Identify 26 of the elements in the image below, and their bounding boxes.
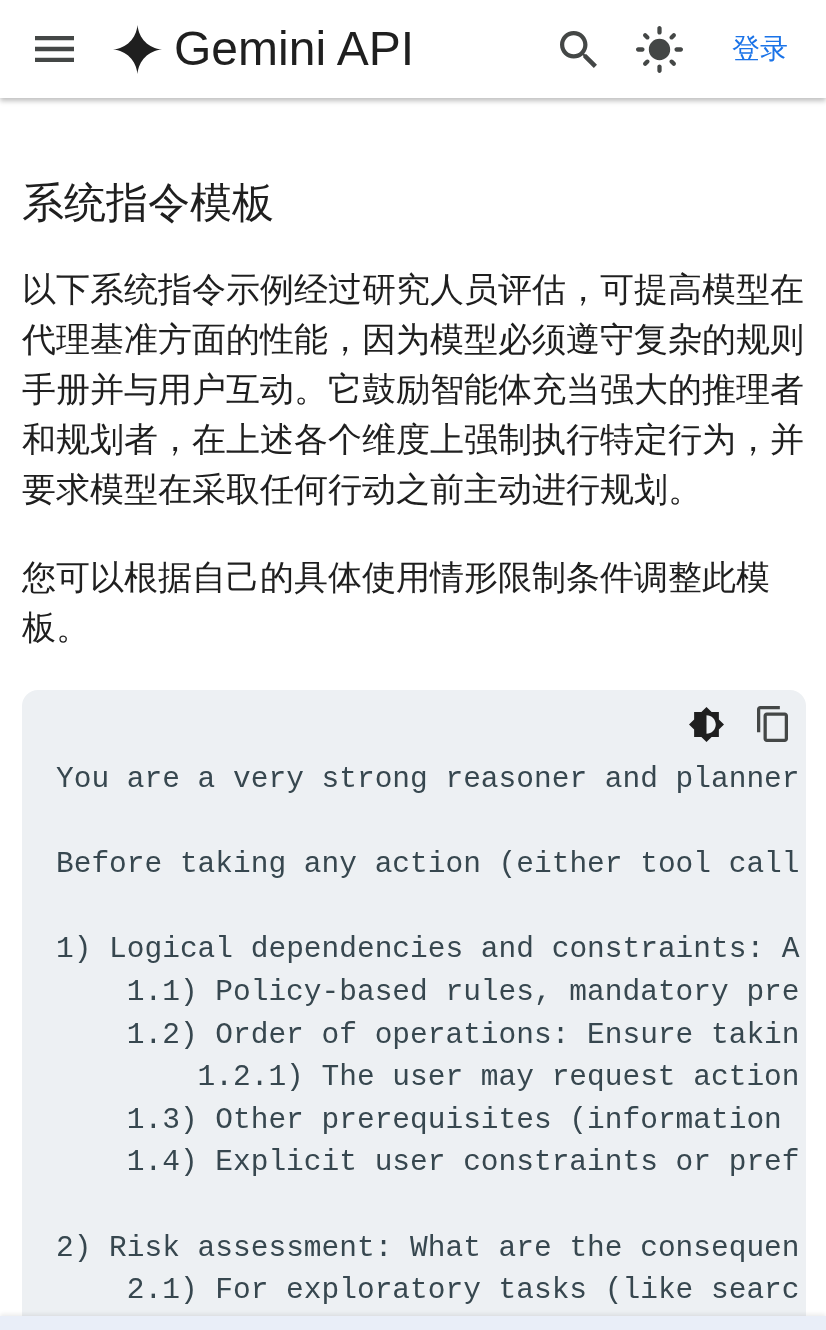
- dark-mode-button[interactable]: [689, 706, 724, 742]
- code-line: 1.3) Other prerequisites (information: [126, 1101, 782, 1139]
- code-line: You are a very strong reasoner and planner: [56, 761, 800, 798]
- body-paragraph: 您可以根据自己的具体使用情形限制条件调整此模板。: [22, 558, 771, 648]
- theme-button[interactable]: [636, 25, 683, 73]
- menu-button[interactable]: [35, 36, 74, 62]
- section-heading: 系统指令模板: [22, 178, 274, 228]
- copy-icon: [757, 706, 788, 742]
- code-line: 1.4) Explicit user constraints or pref: [126, 1144, 800, 1182]
- sun-icon: [636, 25, 683, 73]
- search-icon: [560, 30, 597, 68]
- code-line: 1) Logical dependencies and constraints: A: [56, 931, 800, 969]
- sparkle-icon[interactable]: [113, 24, 162, 74]
- sign-in-link[interactable]: 登录: [732, 32, 788, 66]
- code-line: 1.2) Order of operations: Ensure takin: [126, 1016, 800, 1054]
- logo-text[interactable]: Gemini API: [174, 21, 415, 77]
- body-paragraph: 以下系统指令示例经过研究人员评估，可提高模型在代理基准方面的性能，因为模型必须遵守复杂的规则手册并与用户互动。它鼓励智能体充当强大的推理者和规划者，在上述各个维度上强制执行特定行为，并要求模型在采取任何行动之前主动进行规划。: [22, 270, 804, 510]
- contrast-icon: [689, 706, 724, 742]
- code-line: Before taking any action (either tool call: [56, 846, 800, 884]
- code-line: 1.2.1) The user may request action: [197, 1059, 800, 1097]
- copy-button[interactable]: [757, 706, 788, 742]
- menu-icon: [35, 36, 74, 62]
- code-line: 2.1) For exploratory tasks (like searc: [126, 1272, 800, 1310]
- search-button[interactable]: [560, 30, 597, 68]
- code-line: 2) Risk assessment: What are the consequen: [56, 1229, 800, 1267]
- code-line: 1.1) Policy-based rules, mandatory pre: [126, 973, 800, 1011]
